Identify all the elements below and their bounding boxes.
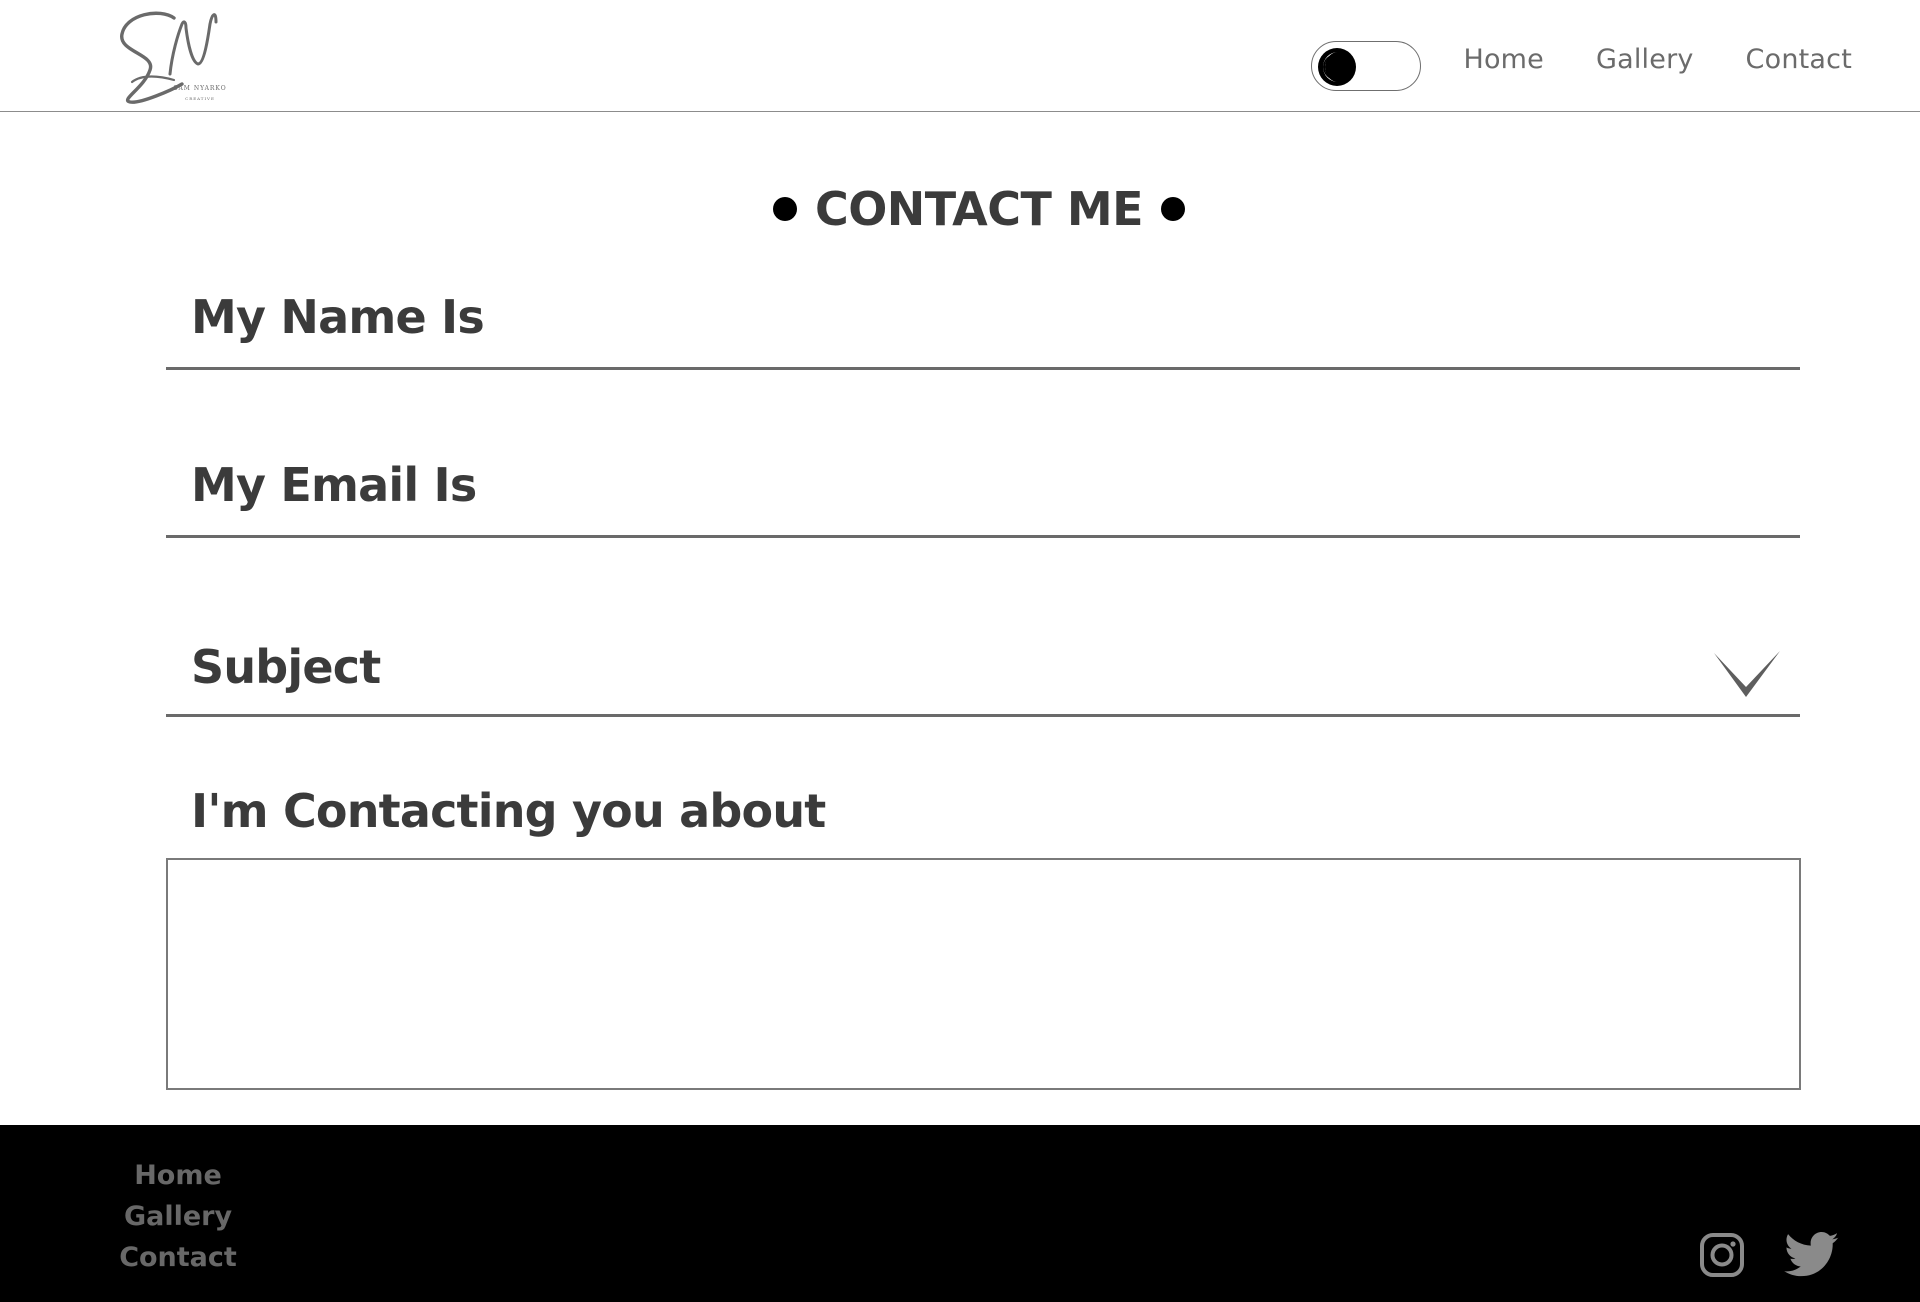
footer-nav: Home Gallery Contact — [108, 1155, 248, 1278]
nav-gallery-link[interactable]: Gallery — [1596, 44, 1694, 75]
logo-tagline: CREATIVE — [185, 96, 215, 101]
twitter-icon — [1784, 1232, 1839, 1277]
theme-toggle[interactable] — [1311, 41, 1421, 91]
page-title: CONTACT ME — [814, 182, 1144, 236]
subject-select-label: Subject — [191, 640, 381, 694]
twitter-link[interactable] — [1782, 1232, 1842, 1282]
instagram-link[interactable] — [1699, 1232, 1745, 1282]
email-field[interactable]: My Email Is — [166, 446, 1800, 538]
site-footer: Home Gallery Contact — [0, 1125, 1920, 1302]
message-textarea[interactable] — [166, 858, 1801, 1090]
subject-select[interactable]: Subject — [166, 616, 1800, 717]
site-header: SAM NYARKO CREATIVE Home Gallery Contact — [0, 0, 1920, 112]
chevron-down-icon[interactable] — [1712, 649, 1782, 701]
bullet-dot-right — [1161, 197, 1186, 221]
name-field-label: My Name Is — [191, 290, 485, 344]
footer-gallery-link[interactable]: Gallery — [124, 1196, 232, 1237]
footer-contact-link[interactable]: Contact — [119, 1237, 237, 1278]
email-field-label: My Email Is — [191, 458, 477, 512]
footer-home-link[interactable]: Home — [134, 1155, 222, 1196]
instagram-icon — [1700, 1233, 1744, 1277]
moon-icon — [1318, 48, 1356, 86]
bullet-dot-left — [772, 197, 797, 221]
main-nav: Home Gallery Contact — [1463, 44, 1852, 75]
message-field-label: I'm Contacting you about — [191, 784, 826, 838]
logo-subtitle: SAM NYARKO — [173, 85, 226, 92]
logo[interactable]: SAM NYARKO CREATIVE — [112, 4, 252, 108]
nav-contact-link[interactable]: Contact — [1746, 44, 1852, 75]
name-field[interactable]: My Name Is — [166, 278, 1800, 370]
nav-home-link[interactable]: Home — [1463, 44, 1544, 75]
page-title-row: CONTACT ME — [0, 182, 1920, 236]
logo-signature: SAM NYARKO CREATIVE — [120, 11, 226, 104]
